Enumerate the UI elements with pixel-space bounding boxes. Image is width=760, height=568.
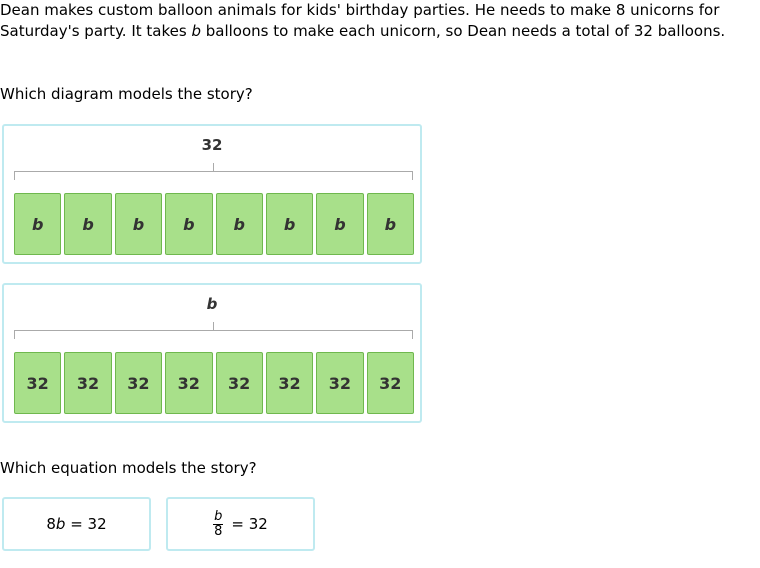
fraction: b 8 bbox=[213, 508, 224, 539]
tape-box: 32 bbox=[165, 352, 213, 414]
equation-var: b bbox=[55, 515, 66, 533]
bracket bbox=[14, 163, 413, 180]
tape-box: b bbox=[366, 193, 414, 255]
fraction-numerator: b bbox=[213, 508, 224, 525]
diagram-question: Which diagram models the story? bbox=[0, 85, 253, 103]
story-text: Dean makes custom balloon animals for ki… bbox=[0, 1, 726, 40]
tape-box: 32 bbox=[316, 352, 364, 414]
tape-box: b bbox=[265, 193, 314, 255]
equation-choice-a[interactable]: 8b = 32 bbox=[2, 497, 151, 551]
tape-box: 32 bbox=[366, 352, 414, 414]
tape-box: b bbox=[14, 193, 62, 255]
diagram-total-label: 32 bbox=[201, 136, 223, 154]
tape-box: b bbox=[165, 193, 213, 255]
tape-box: 32 bbox=[215, 352, 263, 414]
tape-box: b bbox=[215, 193, 263, 255]
tape-box: 32 bbox=[265, 352, 314, 414]
equation-choice-b[interactable]: b 8 = 32 bbox=[166, 497, 315, 551]
diagram-total-label: b bbox=[206, 295, 218, 313]
fraction-denominator: 8 bbox=[214, 523, 223, 539]
tape-box: b bbox=[114, 193, 163, 255]
tape-box: b bbox=[64, 193, 112, 255]
tape-boxes: 32 32 32 32 32 32 32 32 bbox=[14, 352, 414, 414]
equation-rest: = 32 bbox=[231, 515, 268, 533]
tape-box: 32 bbox=[64, 352, 112, 414]
bracket bbox=[14, 322, 413, 339]
diagram-choice-a[interactable]: 32 b b b b b b b b bbox=[2, 124, 422, 264]
tape-box: 32 bbox=[14, 352, 62, 414]
equation-question: Which equation models the story? bbox=[0, 459, 257, 477]
equation-coef: 8 bbox=[46, 515, 56, 533]
tape-boxes: b b b b b b b b bbox=[14, 193, 414, 255]
equation-rest: = 32 bbox=[65, 515, 107, 533]
diagram-choice-b[interactable]: b 32 32 32 32 32 32 32 32 bbox=[2, 283, 422, 423]
tape-box: 32 bbox=[114, 352, 163, 414]
tape-box: b bbox=[316, 193, 364, 255]
